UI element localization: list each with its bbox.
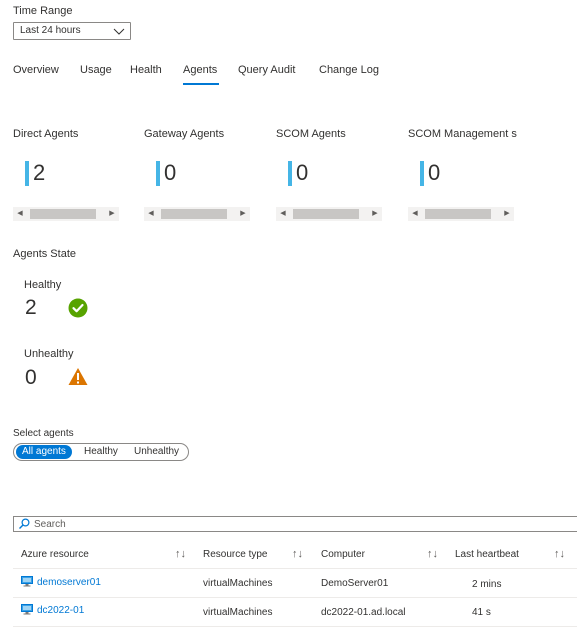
tile-scrollbar[interactable]: ◀ ▶ [13,207,119,221]
scroll-left-icon[interactable]: ◀ [15,207,25,221]
chevron-down-icon [113,28,125,35]
healthy-count: 2 [25,296,37,319]
computer-cell: DemoServer01 [321,578,389,589]
tile-scrollbar[interactable]: ◀ ▶ [144,207,250,221]
time-range-label: Time Range [13,5,73,17]
check-circle-icon [68,298,88,318]
tile-value: 0 [164,160,177,185]
sort-icon[interactable]: ↑↓ [292,548,303,560]
tile-bar [420,161,424,186]
scroll-thumb[interactable] [293,209,359,219]
resource-type-cell: virtualMachines [203,578,273,589]
tab-overview[interactable]: Overview [13,64,59,76]
virtual-machine-icon [21,604,33,615]
tile-value: 0 [428,160,441,185]
search-icon [19,518,30,529]
tab-change-log[interactable]: Change Log [319,64,379,76]
tile-scrollbar[interactable]: ◀ ▶ [408,207,514,221]
table-divider [13,568,577,569]
azure-resource-link[interactable]: dc2022-01 [37,605,84,616]
tile-value: 0 [296,160,309,185]
virtual-machine-icon [21,576,33,587]
unhealthy-count: 0 [25,366,37,389]
column-header-computer[interactable]: Computer [321,549,365,560]
select-agents-label: Select agents [13,428,74,439]
warning-triangle-icon [68,368,88,385]
azure-resource-link[interactable]: demoserver01 [37,577,101,588]
tab-query-audit[interactable]: Query Audit [238,64,295,76]
search-input[interactable]: Search [13,516,577,532]
scroll-thumb[interactable] [425,209,491,219]
tile-bar [25,161,29,186]
tile-title: Direct Agents [13,128,79,140]
pill-unhealthy[interactable]: Unhealthy [128,445,185,459]
last-heartbeat-cell: 41 s [472,607,491,618]
row-divider [13,597,577,598]
search-placeholder: Search [34,519,66,530]
unhealthy-label: Unhealthy [24,348,74,360]
tile-bar [288,161,292,186]
scroll-right-icon[interactable]: ▶ [107,207,117,221]
tile-scrollbar[interactable]: ◀ ▶ [276,207,382,221]
tile-title: SCOM Agents [276,128,346,140]
scroll-right-icon[interactable]: ▶ [370,207,380,221]
computer-cell: dc2022-01.ad.local [321,607,406,618]
column-header-resource-type[interactable]: Resource type [203,549,267,560]
active-tab-indicator [183,83,219,85]
column-header-last-heartbeat[interactable]: Last heartbeat [455,549,519,560]
tab-usage[interactable]: Usage [80,64,112,76]
agents-state-title: Agents State [13,248,76,260]
tile-title: Gateway Agents [144,128,225,140]
healthy-label: Healthy [24,279,62,291]
scroll-right-icon[interactable]: ▶ [238,207,248,221]
sort-icon[interactable]: ↑↓ [175,548,186,560]
tile-value: 2 [33,160,46,185]
resource-type-cell: virtualMachines [203,607,273,618]
scroll-left-icon[interactable]: ◀ [278,207,288,221]
scroll-right-icon[interactable]: ▶ [502,207,512,221]
tile-title: SCOM Management s [408,128,517,140]
row-divider [13,626,577,627]
agent-filter-pills: All agents Healthy Unhealthy [13,443,189,461]
last-heartbeat-cell: 2 mins [472,579,502,590]
scroll-thumb[interactable] [30,209,96,219]
tile-bar [156,161,160,186]
sort-icon[interactable]: ↑↓ [427,548,438,560]
tab-agents[interactable]: Agents [183,64,217,76]
pill-healthy[interactable]: Healthy [78,445,124,459]
time-range-value: Last 24 hours [20,25,81,36]
scroll-left-icon[interactable]: ◀ [146,207,156,221]
pill-all-agents[interactable]: All agents [16,445,72,459]
column-header-azure-resource[interactable]: Azure resource [21,549,89,560]
scroll-left-icon[interactable]: ◀ [410,207,420,221]
time-range-dropdown[interactable]: Last 24 hours [13,22,131,40]
sort-icon[interactable]: ↑↓ [554,548,565,560]
tab-health[interactable]: Health [130,64,162,76]
scroll-thumb[interactable] [161,209,227,219]
